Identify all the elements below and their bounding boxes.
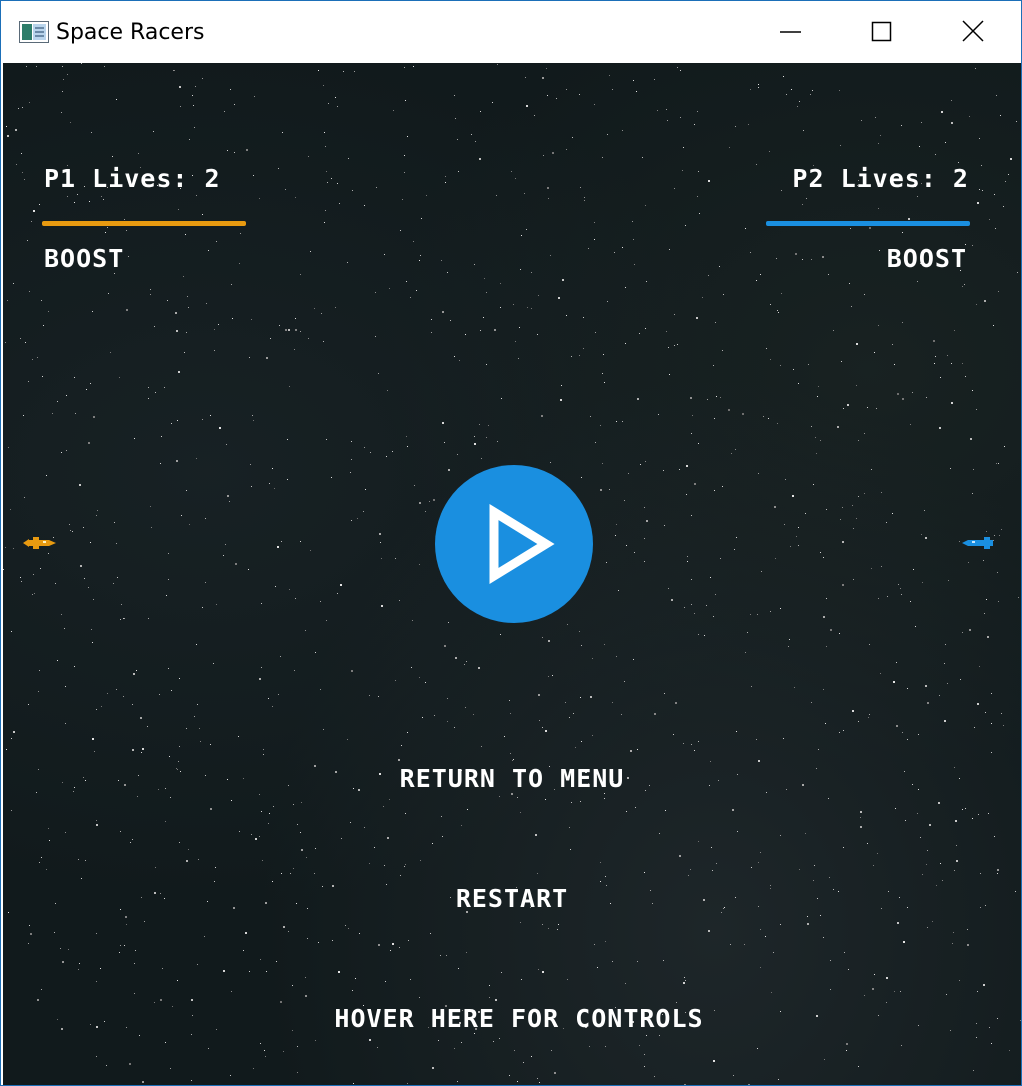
return-to-menu-button[interactable]: RETURN TO MENU	[3, 764, 1021, 794]
game-canvas: P1 Lives: 2 BOOST P2 Lives: 2 BOOST RETU…	[3, 63, 1021, 1085]
maximize-button[interactable]	[837, 1, 929, 63]
play-icon	[435, 465, 593, 623]
title-bar[interactable]: Space Racers	[1, 1, 1021, 63]
p1-lives-label: P1 Lives: 2	[44, 164, 221, 193]
p2-lives-label: P2 Lives: 2	[792, 164, 969, 193]
p2-boost-bar	[766, 221, 970, 226]
restart-button[interactable]: RESTART	[3, 884, 1021, 914]
controls-hover-area[interactable]: HOVER HERE FOR CONTROLS	[3, 1004, 1021, 1034]
window-title: Space Racers	[56, 20, 205, 45]
blue-ship-icon	[962, 537, 993, 549]
minimize-button[interactable]	[745, 1, 837, 63]
p1-boost-bar	[42, 221, 246, 226]
maximize-icon	[871, 21, 892, 42]
p2-boost-label: BOOST	[886, 244, 967, 273]
close-icon	[962, 20, 984, 42]
game-window: Space Racers P1 Lives: 2 BOOST P2 Lives:…	[0, 0, 1022, 1086]
minimize-icon	[780, 31, 801, 33]
orange-ship-icon	[23, 537, 56, 549]
close-button[interactable]	[927, 1, 1019, 63]
p1-boost-label: BOOST	[44, 244, 125, 273]
resume-play-button[interactable]	[434, 464, 594, 624]
app-icon	[19, 21, 49, 43]
